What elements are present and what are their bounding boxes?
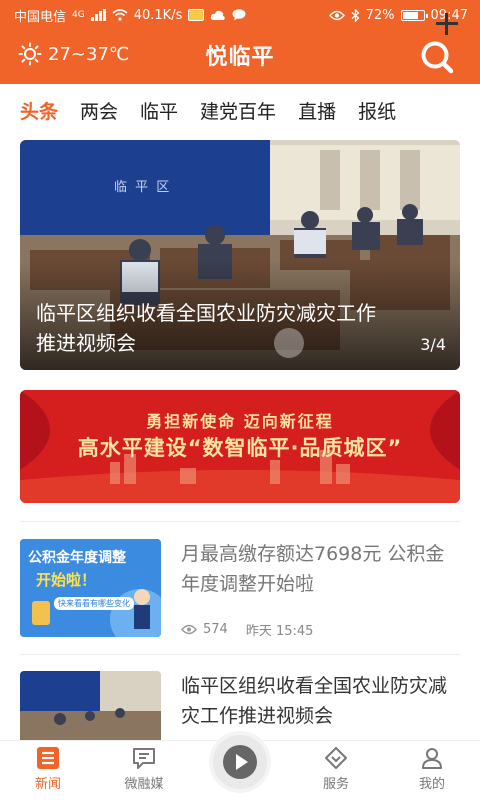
tab-two-sessions[interactable]: 两会 <box>80 97 118 124</box>
signal-icon <box>90 9 106 21</box>
hero-backdrop-label: 临 平 区 <box>114 180 172 195</box>
tab-linping[interactable]: 临平 <box>140 97 178 124</box>
news-item[interactable]: 公积金年度调整 开始啦！ 快来看看有哪些变化 月最高缴存额达7698元 公积金年… <box>20 539 460 639</box>
news-meta: 574 昨天 15:45 <box>181 620 313 639</box>
tab-live[interactable]: 直播 <box>298 97 336 124</box>
tab-headlines[interactable]: 头条 <box>20 97 58 124</box>
nav-services-label: 服务 <box>322 777 349 792</box>
battery-icon <box>400 9 428 21</box>
carrier-label: 中国电信 <box>14 9 67 25</box>
nav-services[interactable]: 服务 <box>288 745 384 792</box>
search-icon[interactable] <box>420 40 454 74</box>
promo-banner[interactable]: 勇担新使命 迈向新征程 高水平建设“数智临平·品质城区” <box>20 390 460 503</box>
news-icon <box>37 747 59 769</box>
app-notification-icon <box>188 9 205 21</box>
banner-slogan: 勇担新使命 迈向新征程 <box>146 412 334 431</box>
thumb-title: 公积金年度调整 <box>28 550 126 566</box>
nav-profile-label: 我的 <box>418 777 445 792</box>
top-bar: 中国电信 4G 40.1K/s 72% 09:47 27~37℃ 悦临平 <box>0 0 480 84</box>
channel-tabs: 头条 两会 临平 建党百年 直播 报纸 <box>0 84 480 136</box>
services-icon <box>325 747 347 769</box>
add-channel-icon[interactable] <box>436 13 458 35</box>
nav-news[interactable]: 新闻 <box>0 745 96 792</box>
nav-news-label: 新闻 <box>34 777 61 792</box>
hero-carousel[interactable]: 临 平 区 临平区组织收看全国农业防灾减灾工作推进视频会 3/4 <box>20 140 460 370</box>
network-type: 4G <box>72 10 85 20</box>
thumb-subtitle: 开始啦！ <box>36 571 97 589</box>
view-count: 574 <box>203 622 228 637</box>
chat-bubble-icon <box>133 748 155 769</box>
tab-party-centennial[interactable]: 建党百年 <box>200 97 276 124</box>
carousel-counter: 3/4 <box>420 335 446 354</box>
news-thumbnail: 公积金年度调整 开始啦！ 快来看看有哪些变化 <box>20 539 161 637</box>
play-button[interactable] <box>213 735 267 789</box>
app-title: 悦临平 <box>205 45 275 70</box>
network-speed: 40.1K/s <box>133 7 183 23</box>
nav-profile[interactable]: 我的 <box>384 745 480 792</box>
wifi-icon <box>112 9 128 21</box>
bottom-navigation: 新闻 微融媒 服务 我的 <box>0 735 480 800</box>
thumb-tag: 快来看看有哪些变化 <box>54 597 134 610</box>
message-icon <box>232 9 246 21</box>
views-icon <box>181 624 197 635</box>
status-bar: 中国电信 4G 40.1K/s 72% 09:47 <box>0 0 480 30</box>
app-header: 27~37℃ 悦临平 <box>0 30 480 84</box>
nav-micro-media-label: 微融媒 <box>124 777 164 792</box>
publish-time: 昨天 15:45 <box>245 624 314 639</box>
hero-title: 临平区组织收看全国农业防灾减灾工作推进视频会 <box>36 301 376 355</box>
battery-level: 72% <box>365 7 395 23</box>
bluetooth-icon <box>351 8 360 22</box>
nav-micro-media[interactable]: 微融媒 <box>96 745 192 792</box>
cloud-icon <box>211 10 226 20</box>
play-icon <box>223 745 257 779</box>
banner-headline: 高水平建设“数智临平·品质城区” <box>77 436 403 460</box>
tab-newspaper[interactable]: 报纸 <box>358 97 396 124</box>
user-icon <box>422 748 442 769</box>
eye-comfort-icon <box>328 10 345 20</box>
divider <box>20 654 460 655</box>
divider <box>20 521 460 522</box>
news-title: 临平区组织收看全国农业防灾减灾工作推进视频会 <box>181 675 448 727</box>
news-title: 月最高缴存额达7698元 公积金年度调整开始啦 <box>181 543 445 595</box>
